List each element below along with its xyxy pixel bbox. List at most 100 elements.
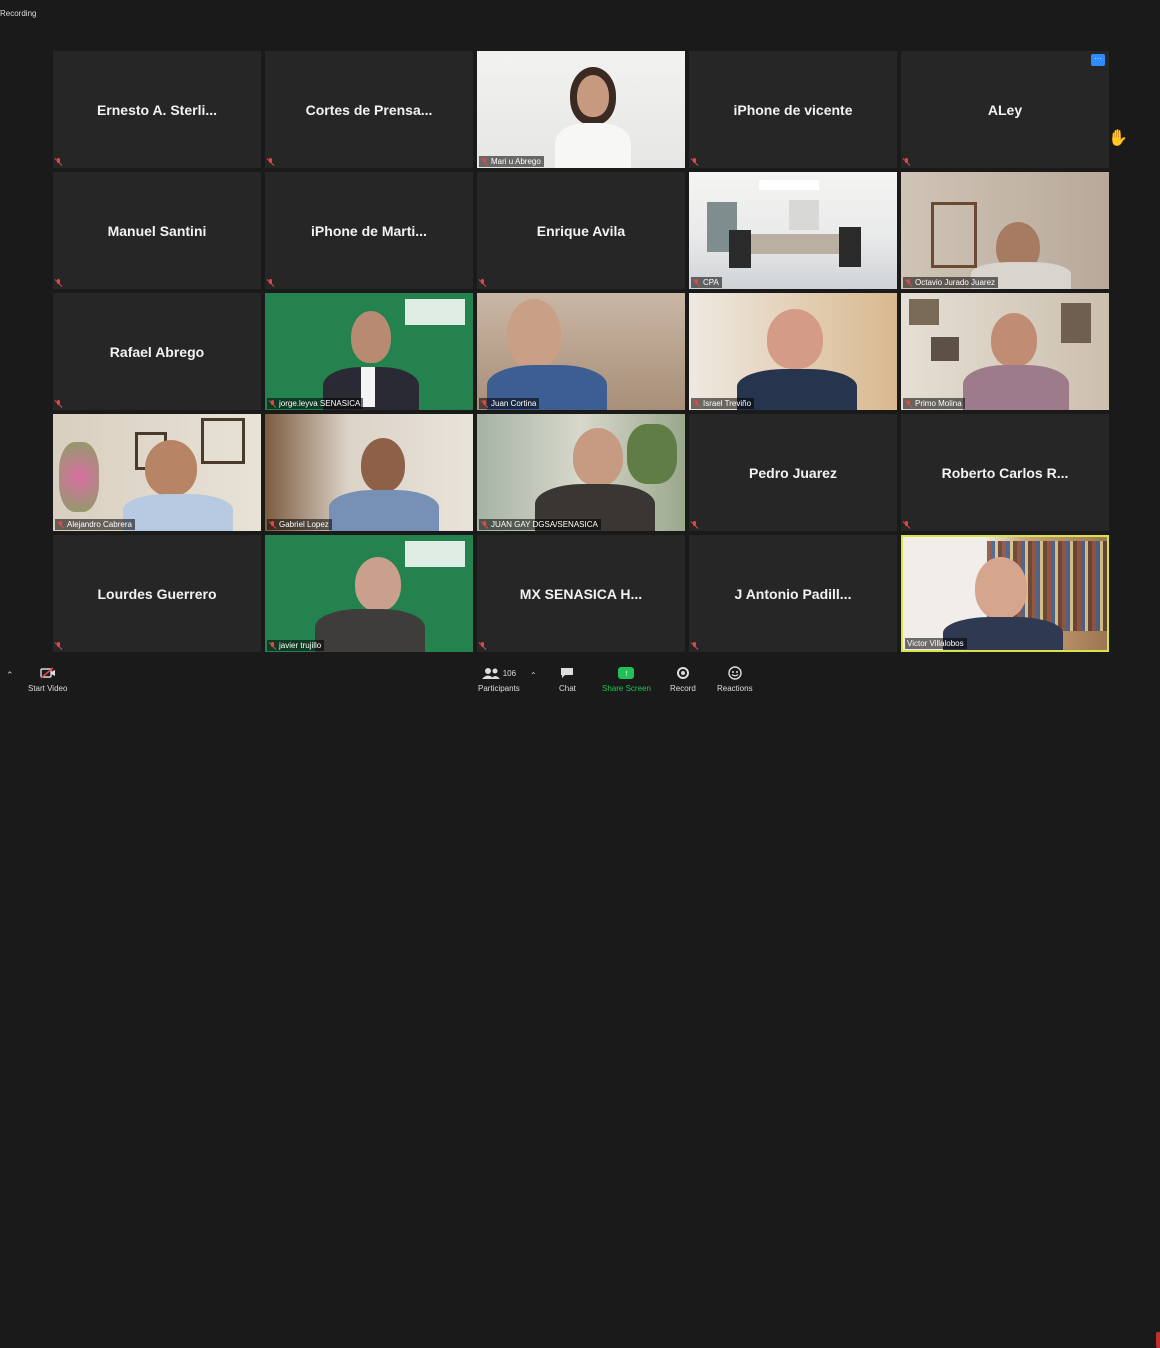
participant-name: iPhone de Marti... — [311, 222, 427, 239]
participant-name-label: Juan Cortina — [479, 398, 540, 409]
participant-name: J Antonio Padill... — [734, 585, 852, 602]
record-icon — [676, 667, 689, 679]
mic-muted-icon — [691, 642, 698, 650]
mic-muted-icon — [693, 399, 700, 408]
participant-tile[interactable]: Ernesto A. Sterli... — [53, 51, 261, 168]
participants-count: 106 — [502, 668, 517, 678]
participant-name: Pedro Juarez — [749, 464, 837, 481]
more-options-icon[interactable]: ··· — [1091, 54, 1105, 66]
participant-tile[interactable]: iPhone de Marti... — [265, 172, 473, 289]
mic-muted-icon — [481, 399, 488, 408]
video-feed — [901, 293, 1109, 410]
mic-muted-icon — [267, 158, 274, 166]
mic-muted-icon — [905, 399, 912, 408]
participant-tile[interactable]: J Antonio Padill... — [689, 535, 897, 652]
participant-video-tile[interactable]: Alejandro Cabrera — [53, 414, 261, 531]
mic-muted-icon — [269, 520, 276, 529]
participant-video-tile[interactable]: JUAN GAY DGSA/SENASICA — [477, 414, 685, 531]
participant-tile[interactable]: Pedro Juarez — [689, 414, 897, 531]
reactions-button[interactable]: Reactions — [717, 662, 753, 693]
participant-tile[interactable]: Lourdes Guerrero — [53, 535, 261, 652]
video-feed — [477, 414, 685, 531]
video-feed — [689, 172, 897, 289]
mic-muted-icon — [55, 642, 62, 650]
participant-name-label: Primo Molina — [903, 398, 965, 409]
participant-tile[interactable]: MX SENASICA H... — [477, 535, 685, 652]
video-feed — [901, 172, 1109, 289]
participant-name-label: JUAN GAY DGSA/SENASICA — [479, 519, 601, 530]
participant-name-label: CPA — [691, 277, 722, 288]
participant-video-tile[interactable]: Octavio Jurado Juarez — [901, 172, 1109, 289]
participant-name-label: javier trujillo — [267, 640, 325, 651]
mic-muted-icon — [55, 400, 62, 408]
participant-name: Roberto Carlos R... — [941, 464, 1069, 481]
participant-video-tile[interactable]: CPA — [689, 172, 897, 289]
start-video-button[interactable]: Start Video — [28, 662, 67, 693]
mic-muted-icon — [693, 278, 700, 287]
participant-tile[interactable]: Roberto Carlos R... — [901, 414, 1109, 531]
participant-name: ALey — [987, 101, 1023, 118]
video-feed — [477, 51, 685, 168]
participant-grid: Ernesto A. Sterli... Cortes de Prensa...… — [53, 51, 1109, 653]
participant-video-tile[interactable]: Mari u Abrego — [477, 51, 685, 168]
mic-muted-icon — [481, 520, 488, 529]
mic-muted-icon — [479, 279, 486, 287]
mic-muted-icon — [903, 521, 910, 529]
participant-tile[interactable]: Enrique Avila — [477, 172, 685, 289]
participant-name: Cortes de Prensa... — [305, 101, 433, 118]
participant-name: iPhone de vicente — [733, 101, 853, 118]
mic-muted-icon — [269, 641, 276, 650]
participants-icon — [481, 668, 500, 679]
end-button-edge[interactable] — [1156, 1332, 1160, 1348]
video-feed — [53, 414, 261, 531]
mic-muted-icon — [481, 157, 488, 166]
participant-name-label: Alejandro Cabrera — [55, 519, 135, 530]
participant-name: Ernesto A. Sterli... — [96, 101, 218, 118]
chat-button[interactable]: Chat — [559, 662, 576, 693]
participant-name-label: Israel Treviño — [691, 398, 755, 409]
mic-muted-icon — [269, 399, 276, 408]
video-feed — [477, 293, 685, 410]
share-screen-button[interactable]: ↑ Share Screen — [602, 662, 651, 693]
participant-name-label: Mari u Abrego — [479, 156, 544, 167]
participant-tile[interactable]: ··· ALey — [901, 51, 1109, 168]
recording-indicator: Recording — [0, 9, 37, 18]
hand-cursor-icon: ✋ — [1108, 130, 1128, 147]
mic-muted-icon — [691, 158, 698, 166]
meeting-toolbar: ⌃ Start Video 106 Participants ⌃ Chat ↑ … — [0, 662, 1160, 1348]
participant-name: Rafael Abrego — [109, 343, 205, 360]
participant-tile[interactable]: iPhone de vicente — [689, 51, 897, 168]
participant-name-label: Gabriel Lopez — [267, 519, 332, 530]
participant-name-label: jorge.leyva SENASICA — [267, 398, 364, 409]
mic-muted-icon — [55, 158, 62, 166]
participant-name: MX SENASICA H... — [519, 585, 643, 602]
participant-tile[interactable]: Manuel Santini — [53, 172, 261, 289]
mic-muted-icon — [905, 278, 912, 287]
participant-video-tile[interactable]: Israel Treviño — [689, 293, 897, 410]
participant-name-label: Victor Villalobos — [905, 638, 967, 649]
video-feed — [265, 293, 473, 410]
mic-muted-icon — [691, 521, 698, 529]
participants-button[interactable]: 106 Participants — [478, 662, 520, 693]
chat-icon — [560, 662, 574, 684]
participant-video-tile[interactable]: Gabriel Lopez — [265, 414, 473, 531]
mic-muted-icon — [55, 279, 62, 287]
participants-chevron-icon[interactable]: ⌃ — [530, 671, 537, 680]
participant-tile[interactable]: Rafael Abrego — [53, 293, 261, 410]
video-feed — [265, 535, 473, 652]
chevron-up-icon[interactable]: ⌃ — [6, 670, 14, 681]
participant-tile[interactable]: Cortes de Prensa... — [265, 51, 473, 168]
participant-name: Lourdes Guerrero — [97, 585, 217, 602]
participant-name-label: Octavio Jurado Juarez — [903, 277, 999, 288]
mic-muted-icon — [903, 158, 910, 166]
participant-video-tile[interactable]: jorge.leyva SENASICA — [265, 293, 473, 410]
active-speaker-tile[interactable]: Victor Villalobos — [901, 535, 1109, 652]
participant-name: Enrique Avila — [536, 222, 626, 239]
participant-video-tile[interactable]: javier trujillo — [265, 535, 473, 652]
participant-video-tile[interactable]: Primo Molina — [901, 293, 1109, 410]
participant-video-tile[interactable]: Juan Cortina — [477, 293, 685, 410]
record-button[interactable]: Record — [670, 662, 696, 693]
participant-name: Manuel Santini — [107, 222, 207, 239]
mic-muted-icon — [267, 279, 274, 287]
video-feed — [689, 293, 897, 410]
